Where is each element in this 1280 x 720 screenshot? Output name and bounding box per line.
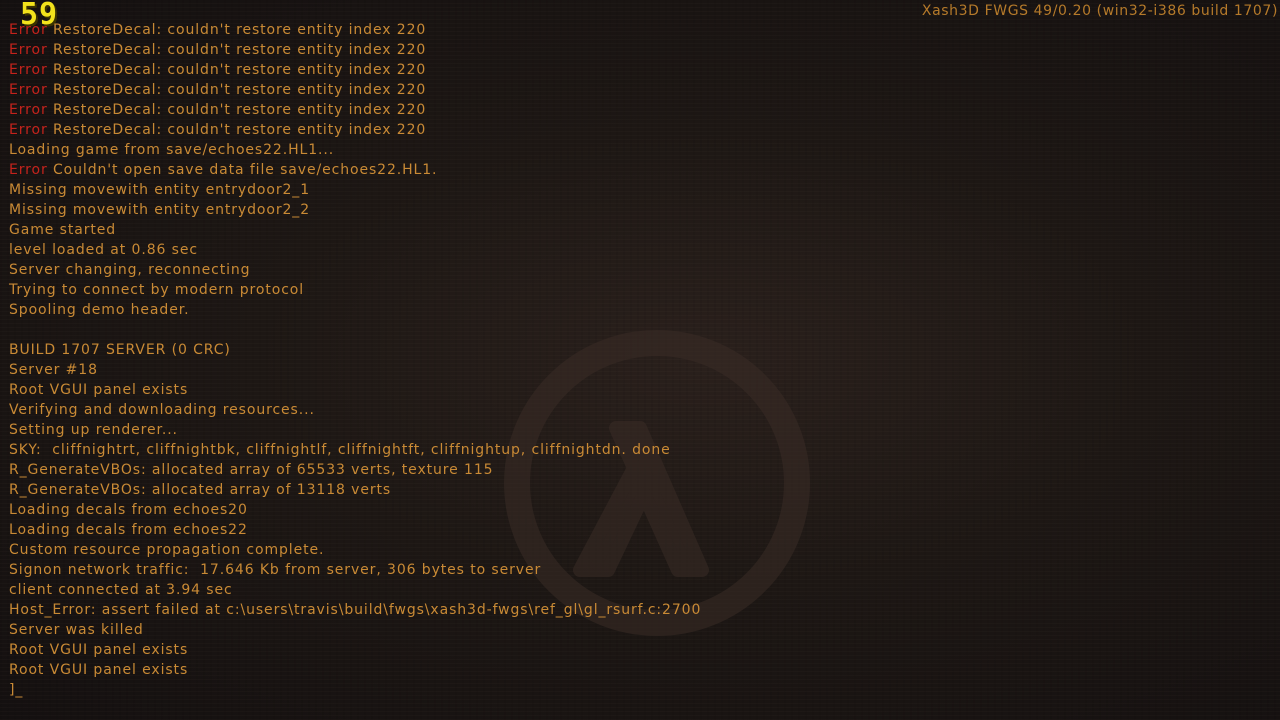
console-line-text: Host_Error: assert failed at c:\users\tr… (9, 602, 702, 618)
engine-version-label: Xash3D FWGS 49/0.20 (win32-i386 build 17… (921, 3, 1278, 19)
console-output[interactable]: Error RestoreDecal: couldn't restore ent… (9, 20, 910, 700)
console-line-text: Missing movewith entity entrydoor2_1 (9, 182, 311, 198)
error-prefix: Error (9, 122, 48, 138)
console-line: Loading decals from echoes20 (9, 500, 910, 520)
console-line-text: Spooling demo header. (9, 302, 190, 318)
console-line-text: Setting up renderer... (9, 422, 178, 438)
console-line-text: RestoreDecal: couldn't restore entity in… (52, 102, 427, 118)
console-line: Verifying and downloading resources... (9, 400, 910, 420)
console-line-text: Root VGUI panel exists (9, 382, 189, 398)
console-line: Error RestoreDecal: couldn't restore ent… (9, 60, 910, 80)
error-prefix: Error (9, 42, 48, 58)
console-line: Error RestoreDecal: couldn't restore ent… (9, 120, 910, 140)
console-line: Server changing, reconnecting (9, 260, 910, 280)
console-line: Signon network traffic: 17.646 Kb from s… (9, 560, 910, 580)
console-line: level loaded at 0.86 sec (9, 240, 910, 260)
console-line-text: Server was killed (9, 622, 144, 638)
console-line: Root VGUI panel exists (9, 660, 910, 680)
console-line: Setting up renderer... (9, 420, 910, 440)
console-line-text: Loading decals from echoes22 (9, 522, 248, 538)
console-line: Loading decals from echoes22 (9, 520, 910, 540)
console-line-text: client connected at 3.94 sec (9, 582, 233, 598)
console-line: Custom resource propagation complete. (9, 540, 910, 560)
error-prefix: Error (9, 162, 48, 178)
error-prefix: Error (9, 82, 48, 98)
console-line: Error RestoreDecal: couldn't restore ent… (9, 20, 910, 40)
console-line-text: Server #18 (9, 362, 98, 378)
console-line: Root VGUI panel exists (9, 640, 910, 660)
console-line: Missing movewith entity entrydoor2_2 (9, 200, 910, 220)
console-line-text: R_GenerateVBOs: allocated array of 65533… (9, 462, 494, 478)
console-line-text: R_GenerateVBOs: allocated array of 13118… (9, 482, 392, 498)
console-line: client connected at 3.94 sec (9, 580, 910, 600)
console-line-text: Loading decals from echoes20 (9, 502, 248, 518)
console-line: BUILD 1707 SERVER (0 CRC) (9, 340, 910, 360)
console-line: Server was killed (9, 620, 910, 640)
console-line-text: Missing movewith entity entrydoor2_2 (9, 202, 311, 218)
console-line: Root VGUI panel exists (9, 380, 910, 400)
console-line-text: Couldn't open save data file save/echoes… (52, 162, 438, 178)
console-line-text: Root VGUI panel exists (9, 642, 189, 658)
error-prefix: Error (9, 22, 48, 38)
console-line: R_GenerateVBOs: allocated array of 65533… (9, 460, 910, 480)
console-line-text: level loaded at 0.86 sec (9, 242, 198, 258)
console-line-text: RestoreDecal: couldn't restore entity in… (52, 42, 427, 58)
console-line-text: Verifying and downloading resources... (9, 402, 315, 418)
console-line-text: Loading game from save/echoes22.HL1... (9, 142, 335, 158)
console-line: Error RestoreDecal: couldn't restore ent… (9, 80, 910, 100)
console-line: SKY: cliffnightrt, cliffnightbk, cliffni… (9, 440, 910, 460)
console-line: R_GenerateVBOs: allocated array of 13118… (9, 480, 910, 500)
console-line-text: RestoreDecal: couldn't restore entity in… (52, 62, 427, 78)
console-line: Error RestoreDecal: couldn't restore ent… (9, 100, 910, 120)
console-line-text: RestoreDecal: couldn't restore entity in… (52, 22, 427, 38)
console-line-text: SKY: cliffnightrt, cliffnightbk, cliffni… (9, 442, 671, 458)
console-line-text: Server changing, reconnecting (9, 262, 251, 278)
game-console-screen: 59 Xash3D FWGS 49/0.20 (win32-i386 build… (0, 0, 1280, 720)
console-line: Trying to connect by modern protocol (9, 280, 910, 300)
console-line: Server #18 (9, 360, 910, 380)
console-line: Game started (9, 220, 910, 240)
console-line: Error RestoreDecal: couldn't restore ent… (9, 40, 910, 60)
console-line-text: Trying to connect by modern protocol (9, 282, 305, 298)
console-line-text: Game started (9, 222, 117, 238)
console-line-text: Root VGUI panel exists (9, 662, 189, 678)
error-prefix: Error (9, 62, 48, 78)
error-prefix: Error (9, 102, 48, 118)
console-line-text: RestoreDecal: couldn't restore entity in… (52, 122, 427, 138)
console-line-text: Custom resource propagation complete. (9, 542, 325, 558)
console-line-text: RestoreDecal: couldn't restore entity in… (52, 82, 427, 98)
console-line-text: Signon network traffic: 17.646 Kb from s… (9, 562, 542, 578)
console-line: Host_Error: assert failed at c:\users\tr… (9, 600, 910, 620)
console-line-text: BUILD 1707 SERVER (0 CRC) (9, 342, 231, 358)
console-line: Missing movewith entity entrydoor2_1 (9, 180, 910, 200)
console-input-prompt[interactable]: ]_ (9, 680, 910, 700)
console-line: Loading game from save/echoes22.HL1... (9, 140, 910, 160)
console-line: Error Couldn't open save data file save/… (9, 160, 910, 180)
console-line: Spooling demo header. (9, 300, 910, 320)
